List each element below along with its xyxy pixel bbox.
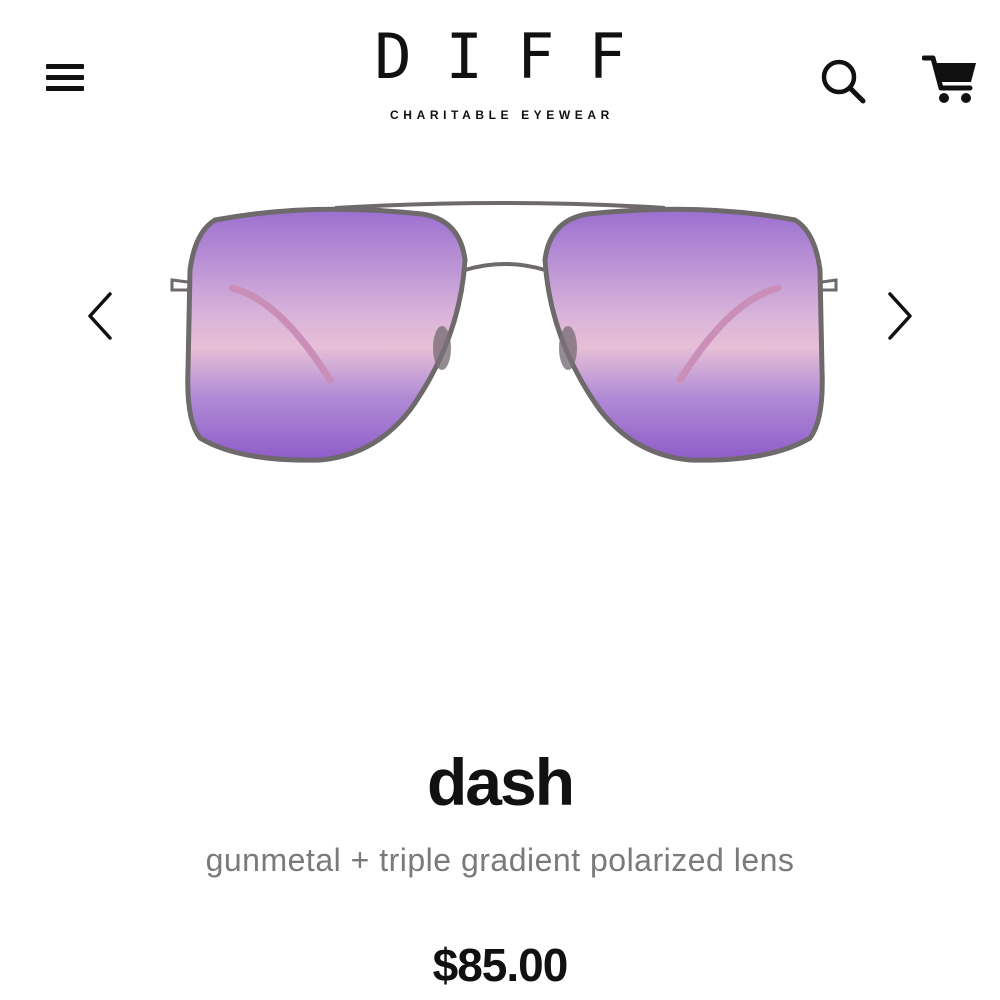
search-icon (821, 59, 866, 104)
chevron-left-icon (88, 292, 112, 340)
carousel-next-button[interactable] (880, 286, 920, 346)
carousel-prev-button[interactable] (80, 286, 120, 346)
sunglasses-image (170, 201, 838, 463)
chevron-right-icon (888, 292, 912, 340)
product-name: dash (426, 745, 575, 819)
menu-button[interactable] (46, 60, 86, 91)
brand-logo[interactable]: DIFF CHARITABLE EYEWEAR (300, 20, 700, 123)
product-image-carousel (0, 150, 1000, 480)
brand-tagline: CHARITABLE EYEWEAR (390, 108, 614, 122)
product-page: DIFF CHARITABLE EYEWEAR dash gunmetal + … (0, 0, 1000, 1000)
brand-name: DIFF (374, 20, 660, 93)
cart-button[interactable] (921, 54, 978, 106)
shopping-cart-icon (921, 55, 976, 103)
search-button[interactable] (818, 56, 868, 106)
product-variant: gunmetal + triple gradient polarized len… (205, 842, 795, 878)
product-price: $85.00 (432, 939, 569, 991)
site-header: DIFF CHARITABLE EYEWEAR (0, 0, 1000, 140)
